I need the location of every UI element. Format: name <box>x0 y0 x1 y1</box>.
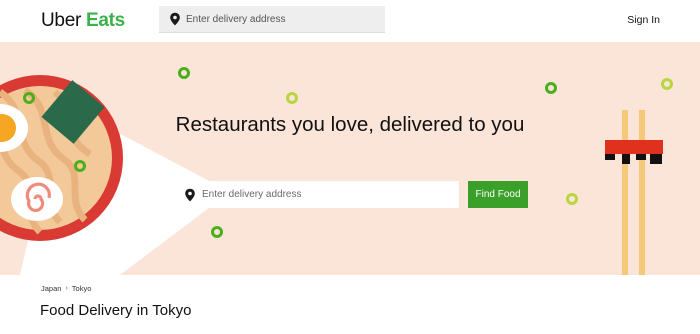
ring-shape <box>661 78 673 90</box>
hero-delivery-address-input[interactable]: Enter delivery address <box>174 181 459 208</box>
ring-shape <box>286 92 298 104</box>
breadcrumb-item-japan[interactable]: Japan <box>41 284 61 293</box>
header-search-placeholder: Enter delivery address <box>186 13 286 25</box>
page-heading: Food Delivery in Tokyo <box>40 302 192 319</box>
logo-eats-text: Eats <box>85 10 125 31</box>
breadcrumb: Japan › Tokyo <box>41 284 91 293</box>
breadcrumb-separator: › <box>65 285 68 292</box>
ring-shape <box>566 193 578 205</box>
find-food-button[interactable]: Find Food <box>468 181 528 208</box>
breadcrumb-item-tokyo[interactable]: Tokyo <box>72 284 92 293</box>
location-pin-icon <box>170 12 180 26</box>
ring-shape <box>178 67 190 79</box>
hero-search-placeholder: Enter delivery address <box>202 189 302 200</box>
location-pin-icon <box>185 188 195 201</box>
ring-shape <box>211 226 223 238</box>
chopsticks-icon <box>605 110 663 275</box>
sign-in-link[interactable]: Sign In <box>627 14 660 26</box>
logo-uber-text: Uber <box>41 10 81 31</box>
header-delivery-address-input[interactable]: Enter delivery address <box>159 6 385 33</box>
uber-eats-logo[interactable]: Uber Eats <box>41 10 125 32</box>
hero-illustration <box>0 67 673 275</box>
hero-banner: Restaurants you love, delivered to you E… <box>0 42 700 275</box>
naruto-icon <box>11 177 63 221</box>
top-header: Uber Eats Enter delivery address Sign In <box>0 0 700 42</box>
hero-title: Restaurants you love, delivered to you <box>175 113 525 136</box>
ring-shape <box>545 82 557 94</box>
